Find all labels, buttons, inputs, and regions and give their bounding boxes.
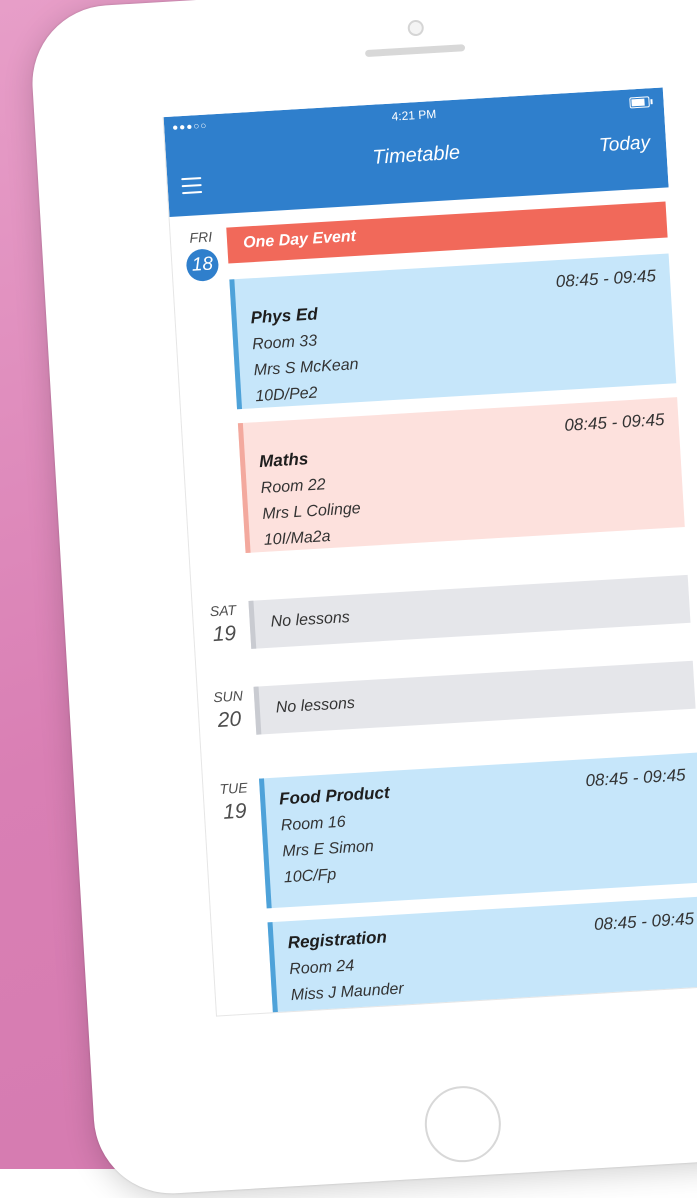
no-lessons-card: No lessons [253,660,696,735]
no-lessons-card: No lessons [248,574,691,649]
camera-icon [407,19,425,37]
lesson-card[interactable]: 08:45 - 09:45 Maths Room 22 Mrs L Coling… [237,397,685,554]
battery-icon [629,96,650,109]
day-label: SUN 20 [206,687,253,734]
today-date-badge: 18 [185,248,220,283]
page-title: Timetable [371,141,461,169]
day-section-sun: SUN 20 No lessons [198,660,697,735]
phone-frame: ●●●○○ 4:21 PM Timetable Today FRI 18 One… [28,0,697,1198]
date-label: 19 [212,621,237,647]
weekday-label: SAT [209,601,237,620]
lesson-card[interactable]: 08:45 - 09:45 Phys Ed Room 33 Mrs S McKe… [229,253,677,410]
weekday-label: FRI [189,228,213,246]
day-label: FRI 18 [178,228,225,283]
weekday-label: SUN [212,687,244,706]
speaker-grille [364,44,466,58]
date-label: 19 [222,799,248,824]
weekday-label: TUE [219,779,248,797]
event-card[interactable]: One Day Event [226,201,668,264]
lesson-card[interactable]: 08:45 - 09:45 Registration Room 24 Miss … [267,896,697,1017]
lesson-time: 08:45 - 09:45 [593,909,695,935]
today-button[interactable]: Today [598,132,650,157]
day-label: SAT 19 [201,601,248,648]
day-section-sat: SAT 19 No lessons [193,574,692,649]
app-screen: ●●●○○ 4:21 PM Timetable Today FRI 18 One… [162,87,697,1017]
day-section-tue: TUE 19 08:45 - 09:45 Food Product Room 1… [203,752,697,1017]
date-label: 20 [217,707,242,732]
nav-bar: ●●●○○ 4:21 PM Timetable Today [163,87,669,217]
status-time: 4:21 PM [391,106,437,124]
lesson-card[interactable]: 08:45 - 09:45 Food Product Room 16 Mrs E… [258,752,697,909]
lesson-time: 08:45 - 09:45 [584,765,687,791]
home-button[interactable] [422,1083,504,1165]
day-label: TUE 19 [211,779,258,826]
